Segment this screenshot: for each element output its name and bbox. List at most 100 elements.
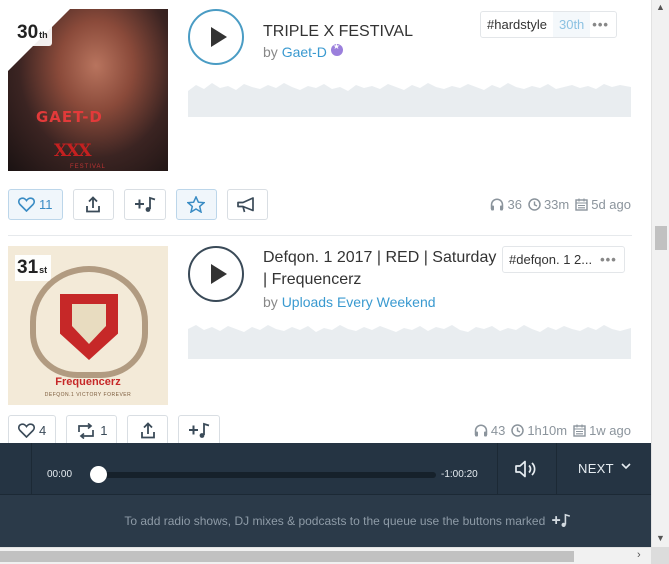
listens-stat: 43 xyxy=(474,423,505,438)
add-to-queue-icon xyxy=(134,196,155,212)
scroll-up-icon[interactable]: ▲ xyxy=(656,2,665,12)
artist-link[interactable]: Gaet-D xyxy=(282,44,327,60)
waveform[interactable] xyxy=(188,321,631,359)
headphones-icon xyxy=(474,424,488,437)
artist-link[interactable]: Uploads Every Weekend xyxy=(282,294,436,310)
repost-icon xyxy=(78,422,95,439)
like-button[interactable]: 11 xyxy=(8,189,63,220)
listens-count: 36 xyxy=(507,197,522,212)
seek-handle[interactable] xyxy=(90,466,107,483)
play-button[interactable] xyxy=(188,246,244,302)
rank-number: 31 xyxy=(17,257,39,278)
listens-count: 43 xyxy=(490,423,506,438)
share-button[interactable] xyxy=(127,415,169,446)
track-byline: by Gaet-D xyxy=(263,42,343,60)
genre-tag[interactable]: #defqon. 1 2... xyxy=(503,252,598,267)
by-label: by xyxy=(263,294,278,310)
repost-button[interactable]: 1 xyxy=(66,415,118,446)
divider xyxy=(8,235,632,236)
like-button[interactable]: 4 xyxy=(8,415,57,446)
age-stat: 1w ago xyxy=(573,423,631,438)
remaining-time: -1:00:20 xyxy=(441,469,478,480)
next-button[interactable]: NEXT xyxy=(578,461,614,476)
tag-position: 30th xyxy=(552,12,591,37)
add-to-queue-icon xyxy=(551,513,570,528)
page-viewport: GAET-D XXX FESTIVAL 30th TRIPLE X FESTIV… xyxy=(0,0,651,547)
headphones-icon xyxy=(491,198,504,211)
add-to-queue-button[interactable] xyxy=(178,415,221,446)
player-bar: 00:00 -1:00:20 NEXT xyxy=(0,443,651,495)
vertical-scroll-thumb[interactable] xyxy=(655,226,667,250)
artwork-text: GAET-D xyxy=(36,108,103,126)
age-stat: 5d ago xyxy=(575,197,631,212)
clock-icon xyxy=(528,198,541,211)
share-icon xyxy=(141,422,155,439)
share-button[interactable] xyxy=(72,189,114,220)
duration-value: 33m xyxy=(543,197,570,212)
heart-icon xyxy=(18,423,35,438)
more-tags-button[interactable]: ••• xyxy=(598,252,624,267)
scroll-down-icon[interactable]: ▼ xyxy=(656,533,665,543)
track-title[interactable]: TRIPLE X FESTIVAL xyxy=(263,21,413,43)
age-value: 1w ago xyxy=(589,423,631,438)
horizontal-scroll-thumb[interactable] xyxy=(0,551,574,562)
clock-icon xyxy=(511,424,525,437)
artwork-logo: XXX xyxy=(54,141,92,161)
calendar-icon xyxy=(573,424,586,437)
favorite-star-icon xyxy=(187,196,205,213)
volume-button[interactable] xyxy=(497,443,557,495)
rank-number: 30 xyxy=(17,22,39,43)
tag-box: #hardstyle 30th ••• xyxy=(480,11,617,38)
share-icon xyxy=(86,196,100,213)
age-value: 5d ago xyxy=(591,197,631,212)
calendar-icon xyxy=(575,198,588,211)
audio-player: 00:00 -1:00:20 NEXT To add radio shows, … xyxy=(0,443,651,547)
repost-count: 1 xyxy=(100,423,108,438)
queue-hint-text: To add radio shows, DJ mixes & podcasts … xyxy=(124,514,546,528)
add-to-queue-icon xyxy=(189,422,210,438)
track-stats: 36 33m 5d ago xyxy=(490,197,631,212)
track-actions: 4 1 xyxy=(8,415,221,446)
artwork-subtext: FESTIVAL xyxy=(70,164,106,170)
scroll-right-icon[interactable]: › xyxy=(637,549,641,561)
waveform[interactable] xyxy=(188,79,631,117)
duration-stat: 33m xyxy=(528,197,569,212)
favorite-button[interactable] xyxy=(175,189,217,220)
elapsed-time: 00:00 xyxy=(47,469,73,480)
artwork-subtext: DEFQON.1 VICTORY FOREVER xyxy=(44,392,132,398)
by-label: by xyxy=(263,44,278,60)
pro-badge-icon xyxy=(330,42,343,56)
add-to-queue-button[interactable] xyxy=(123,189,166,220)
listens-stat: 36 xyxy=(490,197,522,212)
artwork-text: Frequencerz xyxy=(55,376,121,388)
scrollbar-corner xyxy=(651,547,669,564)
heart-icon xyxy=(18,197,35,212)
play-icon xyxy=(210,264,227,284)
volume-icon xyxy=(515,460,536,478)
like-count: 11 xyxy=(39,197,53,212)
rank-suffix: st xyxy=(39,265,48,275)
horizontal-scrollbar[interactable]: › xyxy=(0,547,651,564)
chevron-down-icon[interactable] xyxy=(621,462,631,470)
track-title[interactable]: Defqon. 1 2017 | RED | Saturday | Freque… xyxy=(263,247,498,291)
play-button[interactable] xyxy=(188,9,244,65)
promote-megaphone-icon xyxy=(237,196,254,212)
chart-rank: 30th xyxy=(15,20,52,46)
more-tags-button[interactable]: ••• xyxy=(590,17,616,32)
genre-tag[interactable]: #hardstyle xyxy=(481,17,553,32)
queue-hint: To add radio shows, DJ mixes & podcasts … xyxy=(0,513,651,528)
tag-box: #defqon. 1 2... ••• xyxy=(502,246,625,273)
player-left-cell[interactable] xyxy=(0,443,32,495)
duration-value: 1h10m xyxy=(527,423,568,438)
vertical-scrollbar[interactable]: ▲ ▼ xyxy=(651,0,669,547)
chart-rank: 31st xyxy=(15,255,52,281)
duration-stat: 1h10m xyxy=(511,423,567,438)
play-icon xyxy=(210,27,227,47)
track-byline: by Uploads Every Weekend xyxy=(263,294,436,310)
seek-bar[interactable] xyxy=(98,472,436,478)
track-actions: 11 xyxy=(8,189,268,220)
promote-button[interactable] xyxy=(226,189,268,220)
rank-suffix: th xyxy=(39,30,48,40)
like-count: 4 xyxy=(39,423,47,438)
track-stats: 43 1h10m 1w ago xyxy=(474,423,631,438)
